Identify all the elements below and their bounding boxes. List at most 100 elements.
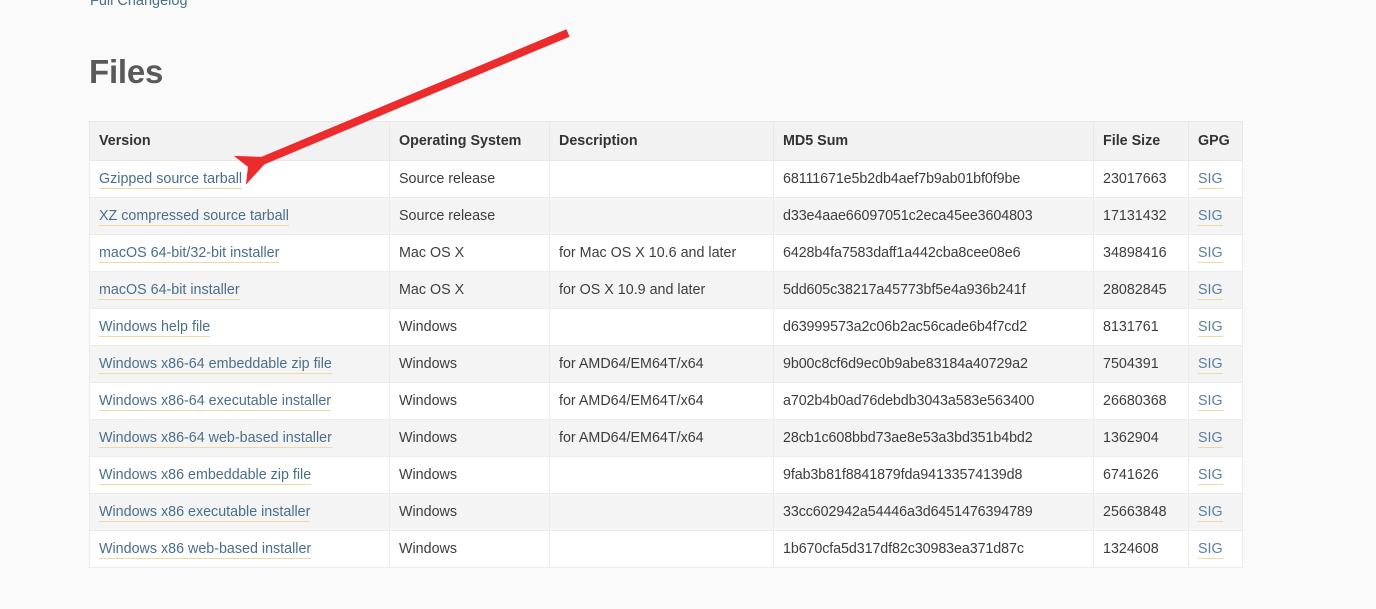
cell-gpg: SIG [1188,530,1243,568]
table-row: Windows x86-64 web-based installer Window… [89,419,1243,457]
cell-description: for Mac OS X 10.6 and later [549,234,774,272]
cell-version: Windows x86 web-based installer [89,530,390,568]
file-download-link[interactable]: Windows x86 embeddable zip file [99,467,312,485]
gpg-signature-link[interactable]: SIG [1198,467,1223,485]
cell-md5-sum: 9b00c8cf6d9ec0b9abe83184a40729a2 [773,345,1094,383]
full-changelog-link[interactable]: Full Changelog [90,0,188,8]
files-table-header: Version Operating System Description MD5… [89,121,1243,161]
file-download-link[interactable]: Windows x86 executable installer [99,504,311,522]
cell-md5-sum: d63999573a2c06b2ac56cade6b4f7cd2 [773,308,1094,346]
cell-description [549,456,774,494]
cell-operating-system: Windows [389,308,550,346]
cell-gpg: SIG [1188,197,1243,235]
column-header-os[interactable]: Operating System [389,121,550,161]
release-files-page: Full Changelog Files Version Operating S… [0,0,1376,609]
cell-version: XZ compressed source tarball [89,197,390,235]
gpg-signature-link[interactable]: SIG [1198,171,1223,189]
cell-gpg: SIG [1188,419,1243,457]
file-download-link[interactable]: macOS 64-bit/32-bit installer [99,245,280,263]
cell-md5-sum: 6428b4fa7583daff1a442cba8cee08e6 [773,234,1094,272]
cell-description: for OS X 10.9 and later [549,271,774,309]
gpg-signature-link[interactable]: SIG [1198,208,1223,226]
cell-gpg: SIG [1188,308,1243,346]
file-download-link[interactable]: Windows help file [99,319,211,337]
cell-description: for AMD64/EM64T/x64 [549,382,774,420]
table-row: Windows x86 executable installer Windows 3… [89,493,1243,531]
cell-version: Windows x86 embeddable zip file [89,456,390,494]
file-download-link[interactable]: Windows x86-64 embeddable zip file [99,356,332,374]
cell-version: macOS 64-bit/32-bit installer [89,234,390,272]
cell-file-size: 26680368 [1093,382,1189,420]
cell-description [549,197,774,235]
cell-file-size: 34898416 [1093,234,1189,272]
cell-file-size: 6741626 [1093,456,1189,494]
cell-file-size: 17131432 [1093,197,1189,235]
cell-gpg: SIG [1188,345,1243,383]
cell-gpg: SIG [1188,493,1243,531]
cell-version: Windows x86-64 executable installer [89,382,390,420]
cell-version: Windows x86 executable installer [89,493,390,531]
file-download-link[interactable]: Windows x86-64 executable installer [99,393,332,411]
files-table-body: Gzipped source tarball Source release 6811… [89,160,1243,568]
cell-version: Windows x86-64 embeddable zip file [89,345,390,383]
table-row: Windows x86 web-based installer Windows 1b… [89,530,1243,568]
gpg-signature-link[interactable]: SIG [1198,282,1223,300]
cell-file-size: 1362904 [1093,419,1189,457]
cell-gpg: SIG [1188,160,1243,198]
cell-file-size: 28082845 [1093,271,1189,309]
cell-gpg: SIG [1188,382,1243,420]
cell-description: for AMD64/EM64T/x64 [549,419,774,457]
gpg-signature-link[interactable]: SIG [1198,319,1223,337]
cell-gpg: SIG [1188,271,1243,309]
cell-description [549,530,774,568]
column-header-filesize[interactable]: File Size [1093,121,1189,161]
cell-description [549,493,774,531]
gpg-signature-link[interactable]: SIG [1198,504,1223,522]
gpg-signature-link[interactable]: SIG [1198,541,1223,559]
cell-gpg: SIG [1188,456,1243,494]
column-header-description[interactable]: Description [549,121,774,161]
table-row: Windows x86-64 embeddable zip file Window… [89,345,1243,383]
file-download-link[interactable]: XZ compressed source tarball [99,208,289,226]
cell-file-size: 1324608 [1093,530,1189,568]
column-header-gpg[interactable]: GPG [1188,121,1243,161]
gpg-signature-link[interactable]: SIG [1198,245,1223,263]
cell-file-size: 7504391 [1093,345,1189,383]
cell-operating-system: Source release [389,197,550,235]
cell-operating-system: Windows [389,530,550,568]
gpg-signature-link[interactable]: SIG [1198,356,1223,374]
cell-description [549,308,774,346]
file-download-link[interactable]: Windows x86-64 web-based installer [99,430,332,448]
file-download-link[interactable]: Gzipped source tarball [99,171,243,189]
cell-md5-sum: 33cc602942a54446a3d6451476394789 [773,493,1094,531]
cell-gpg: SIG [1188,234,1243,272]
cell-md5-sum: 68111671e5b2db4aef7b9ab01bf0f9be [773,160,1094,198]
table-row: Windows x86 embeddable zip file Windows 9f… [89,456,1243,494]
cell-description: for AMD64/EM64T/x64 [549,345,774,383]
cell-operating-system: Mac OS X [389,234,550,272]
files-table: Version Operating System Description MD5… [89,121,1243,568]
cell-operating-system: Mac OS X [389,271,550,309]
cell-operating-system: Source release [389,160,550,198]
table-row: Gzipped source tarball Source release 6811… [89,160,1243,198]
cell-operating-system: Windows [389,382,550,420]
column-header-version[interactable]: Version [89,121,390,161]
cell-version: Windows x86-64 web-based installer [89,419,390,457]
cell-md5-sum: 5dd605c38217a45773bf5e4a936b241f [773,271,1094,309]
page-title: Files [89,53,164,90]
gpg-signature-link[interactable]: SIG [1198,393,1223,411]
cell-operating-system: Windows [389,419,550,457]
cell-description [549,160,774,198]
cell-version: macOS 64-bit installer [89,271,390,309]
cell-file-size: 23017663 [1093,160,1189,198]
changelog-link-container: Full Changelog [90,0,188,8]
file-download-link[interactable]: Windows x86 web-based installer [99,541,312,559]
cell-version: Windows help file [89,308,390,346]
cell-operating-system: Windows [389,456,550,494]
table-row: XZ compressed source tarball Source relea… [89,197,1243,235]
file-download-link[interactable]: macOS 64-bit installer [99,282,240,300]
cell-file-size: 8131761 [1093,308,1189,346]
cell-operating-system: Windows [389,345,550,383]
gpg-signature-link[interactable]: SIG [1198,430,1223,448]
column-header-md5[interactable]: MD5 Sum [773,121,1094,161]
